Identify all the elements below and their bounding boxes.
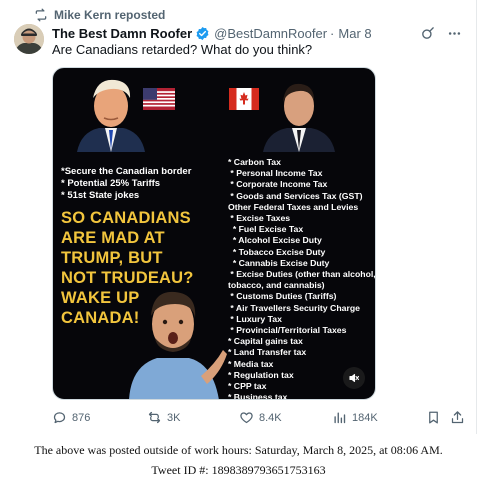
- posting-time-note: The above was posted outside of work hou…: [34, 443, 443, 457]
- grok-icon[interactable]: [420, 26, 435, 41]
- header-separator: ·: [330, 25, 335, 41]
- mute-button[interactable]: [343, 367, 365, 389]
- like-button[interactable]: 8.4K: [239, 410, 282, 425]
- share-button[interactable]: [450, 410, 465, 425]
- avatar[interactable]: [14, 24, 44, 54]
- heart-icon: [240, 412, 253, 424]
- author-display-name[interactable]: The Best Damn Roofer: [52, 26, 192, 41]
- tweet-header: The Best Damn Roofer @BestDamnRoofer · M…: [52, 24, 462, 42]
- trudeau-portrait-image: [263, 83, 335, 152]
- pointing-man-image: [129, 291, 227, 399]
- tweet-card[interactable]: Mike Kern reposted The Best Damn Roofer …: [0, 0, 477, 434]
- tweet-action-bar: 876 3K 8.4K 184K: [52, 410, 464, 428]
- us-flag-icon: [143, 88, 175, 110]
- repost-text[interactable]: Mike Kern reposted: [54, 8, 165, 22]
- headline-line: TRUMP, BUT: [61, 249, 163, 267]
- bookmark-icon: [429, 411, 438, 424]
- repost-indicator: Mike Kern reposted: [34, 7, 165, 23]
- bookmark-button[interactable]: [426, 410, 441, 425]
- views-button[interactable]: 184K: [332, 410, 378, 425]
- share-icon: [451, 411, 464, 424]
- verified-badge-icon: [196, 26, 209, 40]
- repost-count: 3K: [167, 411, 181, 424]
- post-date[interactable]: Mar 8: [338, 26, 371, 41]
- trump-portrait-image: [77, 79, 145, 152]
- tweet-text: Are Canadians retarded? What do you thin…: [52, 42, 313, 57]
- canada-flag-icon: [229, 88, 259, 110]
- author-handle[interactable]: @BestDamnRoofer: [214, 26, 327, 41]
- tweet-media-image[interactable]: *Secure the Canadian border * Potential …: [52, 67, 376, 400]
- repost-icon: [148, 411, 161, 424]
- reply-icon: [53, 412, 66, 424]
- repost-button[interactable]: 3K: [147, 410, 180, 425]
- like-count: 8.4K: [259, 411, 282, 424]
- reply-button[interactable]: 876: [52, 410, 90, 425]
- headline-line: SO CANADIANS: [61, 209, 191, 227]
- repost-icon: [35, 8, 47, 22]
- more-options-icon[interactable]: [447, 26, 462, 41]
- views-chart-icon: [334, 412, 346, 424]
- archive-footer: The above was posted outside of work hou…: [0, 440, 477, 480]
- headline-line: ARE MAD AT: [61, 229, 165, 247]
- tax-list: * Carbon Tax * Personal Income Tax * Cor…: [228, 157, 376, 400]
- header-actions: [420, 24, 462, 42]
- reply-count: 876: [72, 411, 91, 424]
- border-tariff-bullets: *Secure the Canadian border * Potential …: [61, 166, 192, 201]
- mute-icon: [349, 373, 360, 383]
- view-count: 184K: [352, 411, 378, 424]
- tweet-id-note: Tweet ID #: 1898389793651753163: [151, 463, 326, 477]
